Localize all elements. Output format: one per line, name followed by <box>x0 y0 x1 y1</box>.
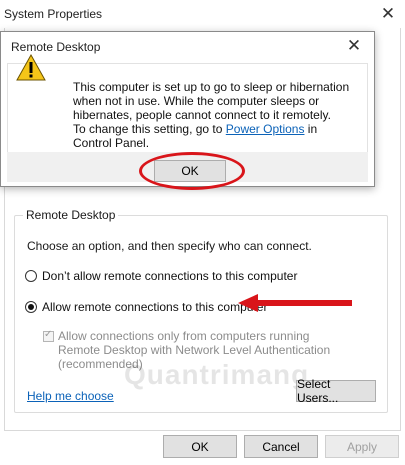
ok-button[interactable]: OK <box>163 435 237 458</box>
nla-checkbox <box>43 329 54 342</box>
remote-desktop-dialog: Remote Desktop ✕ This computer is set up… <box>0 31 375 190</box>
apply-button[interactable]: Apply <box>325 435 399 458</box>
watermark-text: Quantrimang <box>124 359 310 390</box>
radio-allow-label[interactable]: Allow remote connections to this compute… <box>42 300 267 314</box>
remote-desktop-group-label: Remote Desktop <box>23 208 119 222</box>
radio-dont-allow-option[interactable]: Don’t allow remote connections to this c… <box>25 269 297 283</box>
dialog-message: This computer is set up to go to sleep o… <box>73 80 358 150</box>
system-properties-titlebar: System Properties ✕ <box>0 0 405 28</box>
red-arrow-annotation-icon <box>238 294 352 312</box>
dialog-message-prefix: To change this setting, go to <box>73 122 226 136</box>
radio-allow-button[interactable] <box>25 301 37 313</box>
system-properties-close-icon[interactable]: ✕ <box>377 3 399 25</box>
help-me-choose-link[interactable]: Help me choose <box>27 389 114 403</box>
radio-allow-option[interactable]: Allow remote connections to this compute… <box>25 300 267 314</box>
dialog-message-secondary: To change this setting, go to Power Opti… <box>73 122 358 150</box>
dialog-title: Remote Desktop <box>11 40 101 54</box>
red-circle-annotation <box>139 152 245 190</box>
remote-desktop-group-description: Choose an option, and then specify who c… <box>27 239 312 253</box>
dialog-message-main: This computer is set up to go to sleep o… <box>73 80 350 122</box>
dialog-close-icon[interactable]: ✕ <box>343 35 365 57</box>
cancel-button[interactable]: Cancel <box>244 435 318 458</box>
power-options-link[interactable]: Power Options <box>226 122 305 136</box>
dialog-titlebar: Remote Desktop ✕ <box>1 32 374 62</box>
system-properties-title: System Properties <box>4 7 103 21</box>
radio-dont-allow-button[interactable] <box>25 270 37 282</box>
radio-dont-allow-label[interactable]: Don’t allow remote connections to this c… <box>42 269 297 283</box>
select-users-button[interactable]: Select Users... <box>296 377 376 405</box>
warning-icon <box>16 54 46 81</box>
remote-desktop-group: Remote Desktop Choose an option, and the… <box>14 208 388 413</box>
